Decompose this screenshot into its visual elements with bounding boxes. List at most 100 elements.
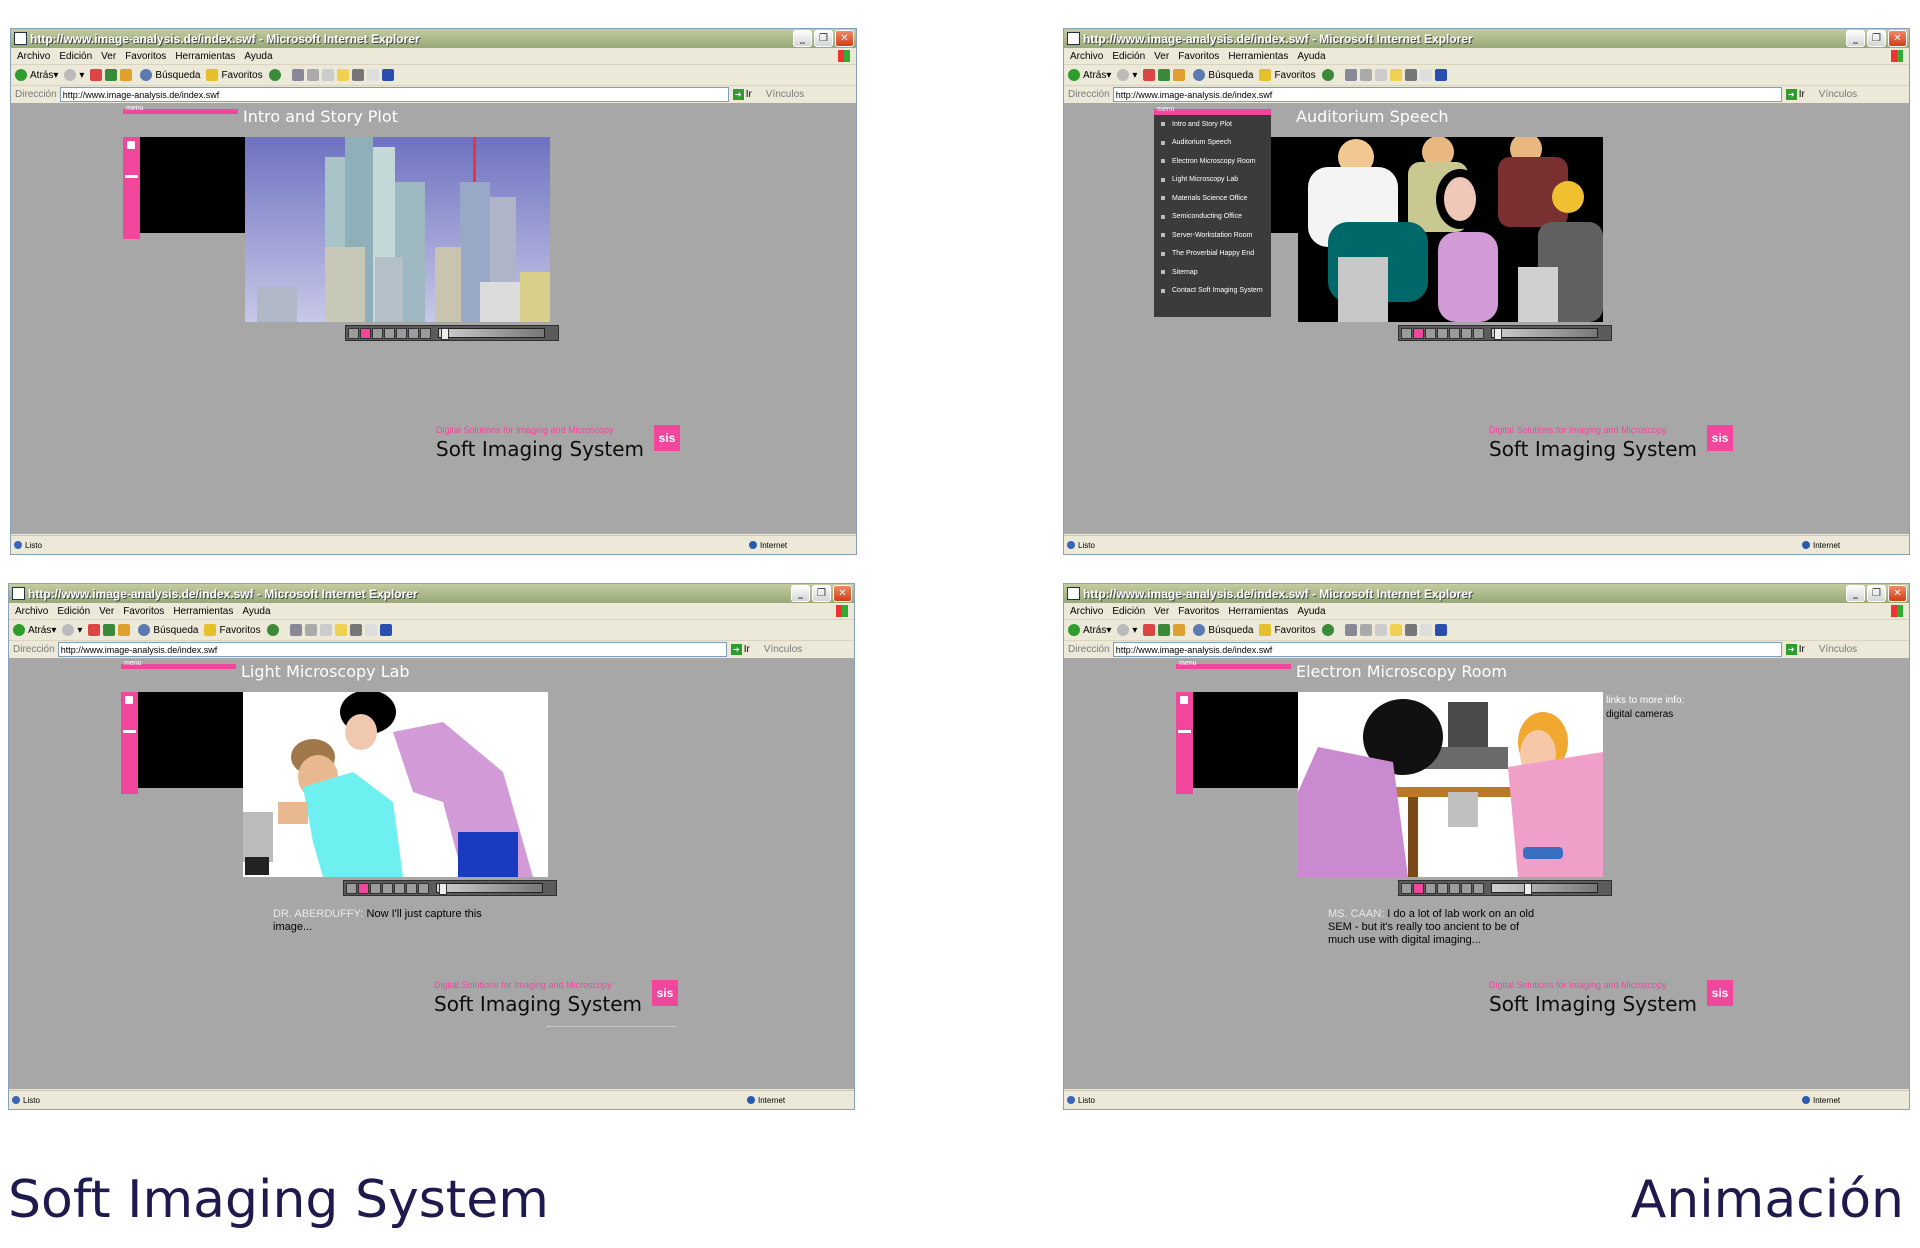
history-icon[interactable] <box>268 69 281 81</box>
loop-button[interactable] <box>1473 882 1484 894</box>
menu-edicion[interactable]: Edición <box>57 606 90 617</box>
forward-button-player[interactable] <box>396 327 407 339</box>
home-icon[interactable] <box>1173 69 1186 81</box>
menu-edicion[interactable]: Edición <box>1112 51 1145 62</box>
links-button[interactable]: Vínculos <box>1819 644 1857 655</box>
volume-knob[interactable] <box>1178 730 1191 733</box>
mail-icon[interactable] <box>1344 624 1357 636</box>
menu-herramientas[interactable]: Herramientas <box>175 51 235 62</box>
forward-button[interactable]: ▾ <box>1117 624 1137 636</box>
print-icon[interactable] <box>1359 624 1372 636</box>
mail-icon[interactable] <box>1344 69 1357 81</box>
volume-knob[interactable] <box>125 175 138 178</box>
menu-favoritos[interactable]: Favoritos <box>1178 51 1219 62</box>
restore-button[interactable]: ❐ <box>1867 585 1886 602</box>
close-button[interactable]: ✕ <box>1888 30 1907 47</box>
rewind-start-button[interactable] <box>370 882 381 894</box>
history-icon[interactable] <box>266 624 279 636</box>
seek-thumb[interactable] <box>441 328 449 340</box>
back-button[interactable]: Atrás ▾ <box>1068 624 1111 636</box>
rewind-button[interactable] <box>1437 327 1448 339</box>
refresh-icon[interactable] <box>103 624 116 636</box>
search-button[interactable]: Búsqueda <box>140 69 200 81</box>
print-icon[interactable] <box>306 69 319 81</box>
address-input[interactable]: http://www.image-analysis.de/index.swf <box>1112 87 1782 102</box>
seek-thumb[interactable] <box>1524 883 1532 895</box>
close-button[interactable]: ✕ <box>835 30 854 47</box>
rewind-button[interactable] <box>384 327 395 339</box>
address-input[interactable]: http://www.image-analysis.de/index.swf <box>1112 642 1782 657</box>
messenger-icon[interactable] <box>1404 69 1417 81</box>
close-button[interactable]: ✕ <box>1888 585 1907 602</box>
folder-icon[interactable] <box>1389 624 1402 636</box>
search-button[interactable]: Búsqueda <box>1193 624 1253 636</box>
site-menu-item[interactable]: The Proverbial Happy End <box>1154 245 1271 264</box>
forward-button-player[interactable] <box>1449 327 1460 339</box>
play-button[interactable] <box>1413 882 1424 894</box>
links-button[interactable]: Vínculos <box>766 89 804 100</box>
edit-icon[interactable] <box>1374 69 1387 81</box>
menu-ayuda[interactable]: Ayuda <box>244 51 272 62</box>
loop-button[interactable] <box>418 882 429 894</box>
menu-favoritos[interactable]: Favoritos <box>123 606 164 617</box>
refresh-icon[interactable] <box>1158 69 1171 81</box>
menu-ver[interactable]: Ver <box>99 606 114 617</box>
seek-thumb[interactable] <box>439 883 447 895</box>
site-menu-toggle[interactable]: menu <box>1154 106 1271 115</box>
menu-ver[interactable]: Ver <box>1154 606 1169 617</box>
play-button[interactable] <box>358 882 369 894</box>
menu-edicion[interactable]: Edición <box>59 51 92 62</box>
menu-favoritos[interactable]: Favoritos <box>125 51 166 62</box>
digital-cameras-link[interactable]: digital cameras <box>1606 708 1684 722</box>
rewind-start-button[interactable] <box>1425 882 1436 894</box>
seek-track[interactable] <box>438 328 545 340</box>
forward-button[interactable]: ▾ <box>62 624 82 636</box>
menu-ver[interactable]: Ver <box>1154 51 1169 62</box>
minimize-button[interactable]: _ <box>793 30 812 47</box>
menu-archivo[interactable]: Archivo <box>1070 606 1103 617</box>
messenger-icon[interactable] <box>1404 624 1417 636</box>
rewind-button[interactable] <box>382 882 393 894</box>
address-input[interactable]: http://www.image-analysis.de/index.swf <box>57 642 727 657</box>
close-button[interactable]: ✕ <box>833 585 852 602</box>
edit-icon[interactable] <box>1374 624 1387 636</box>
site-menu-item[interactable]: Contact Soft Imaging System <box>1154 282 1271 301</box>
play-button[interactable] <box>360 327 371 339</box>
stop-icon[interactable] <box>1143 624 1156 636</box>
menu-edicion[interactable]: Edición <box>1112 606 1145 617</box>
site-menu-toggle[interactable]: menu <box>1176 660 1291 669</box>
forward-end-button[interactable] <box>408 327 419 339</box>
seek-track[interactable] <box>1491 328 1598 340</box>
back-button[interactable]: Atrás ▾ <box>1068 69 1111 81</box>
site-menu-item[interactable]: Semiconducting Office <box>1154 208 1271 227</box>
site-menu-item[interactable]: Light Microscopy Lab <box>1154 171 1271 190</box>
menu-ayuda[interactable]: Ayuda <box>1297 51 1325 62</box>
folder-icon[interactable] <box>334 624 347 636</box>
print-icon[interactable] <box>1359 69 1372 81</box>
forward-button[interactable]: ▾ <box>64 69 84 81</box>
menu-herramientas[interactable]: Herramientas <box>173 606 233 617</box>
back-button[interactable]: Atrás ▾ <box>15 69 58 81</box>
loop-button[interactable] <box>420 327 431 339</box>
bluetooth-icon[interactable] <box>381 69 394 81</box>
refresh-icon[interactable] <box>105 69 118 81</box>
research-icon[interactable] <box>366 69 379 81</box>
menu-ayuda[interactable]: Ayuda <box>242 606 270 617</box>
mail-icon[interactable] <box>291 69 304 81</box>
minimize-button[interactable]: _ <box>791 585 810 602</box>
pause-button[interactable] <box>1401 882 1412 894</box>
refresh-icon[interactable] <box>1158 624 1171 636</box>
search-button[interactable]: Búsqueda <box>1193 69 1253 81</box>
folder-icon[interactable] <box>336 69 349 81</box>
links-button[interactable]: Vínculos <box>1819 89 1857 100</box>
back-button[interactable]: Atrás ▾ <box>13 624 56 636</box>
pause-button[interactable] <box>1401 327 1412 339</box>
edit-icon[interactable] <box>321 69 334 81</box>
menu-archivo[interactable]: Archivo <box>1070 51 1103 62</box>
favorites-button[interactable]: Favoritos <box>204 624 261 636</box>
rewind-start-button[interactable] <box>372 327 383 339</box>
site-menu-item[interactable]: Sitemap <box>1154 263 1271 282</box>
go-button[interactable]: ➜ Ir <box>732 89 752 100</box>
volume-knob[interactable] <box>123 730 136 733</box>
loop-button[interactable] <box>1473 327 1484 339</box>
